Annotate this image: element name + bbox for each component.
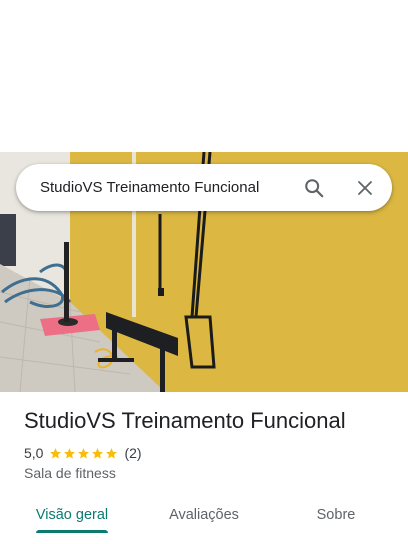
place-tabs: Visão geral Avaliações Sobre — [0, 496, 408, 544]
active-tab-indicator — [36, 530, 108, 533]
place-category[interactable]: Sala de fitness — [24, 465, 116, 481]
search-bar — [16, 164, 392, 211]
star-icon — [64, 447, 76, 459]
close-icon — [358, 181, 372, 195]
search-icon — [305, 179, 324, 198]
star-icon — [92, 447, 104, 459]
star-icon — [106, 447, 118, 459]
search-input[interactable] — [40, 164, 290, 211]
tab-about[interactable]: Sobre — [296, 496, 376, 534]
tab-overview[interactable]: Visão geral — [22, 496, 122, 534]
rating-value: 5,0 — [24, 445, 44, 461]
place-title: StudioVS Treinamento Funcional — [24, 408, 346, 433]
star-icon — [78, 447, 90, 459]
star-icon — [50, 447, 62, 459]
map-blank-area — [0, 0, 408, 152]
tab-reviews[interactable]: Avaliações — [150, 496, 258, 534]
rating-stars — [49, 447, 119, 460]
review-count[interactable]: (2) — [124, 445, 141, 461]
close-button[interactable] — [350, 173, 380, 203]
rating-row[interactable]: 5,0 (2) — [24, 444, 142, 462]
search-button[interactable] — [299, 173, 329, 203]
